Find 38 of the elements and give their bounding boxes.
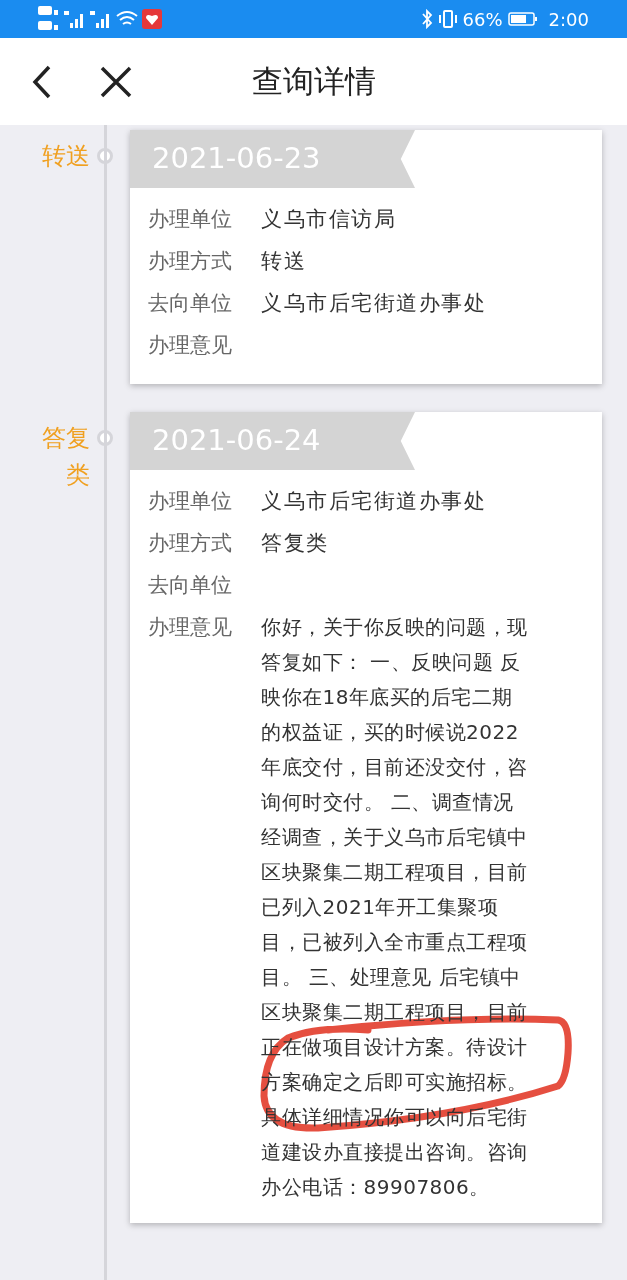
bluetooth-icon	[420, 9, 433, 29]
field-label: 去向单位	[147, 572, 233, 599]
opinion-line: 你好，关于你反映的问题，现	[261, 614, 528, 641]
timeline-label: 答复类	[41, 423, 90, 491]
opinion-line: 目，已被列入全市重点工程项	[261, 929, 528, 956]
opinion-line: 询何时交付。 二、调查情况	[261, 789, 514, 816]
opinion-line: 经调查，关于义乌市后宅镇中	[261, 824, 528, 851]
signal-icon	[90, 9, 112, 29]
page-title: 查询详情	[251, 62, 376, 102]
opinion-line: 道建设办直接提出咨询。咨询	[261, 1139, 528, 1166]
opinion-line: 的权益证，买的时候说2022	[261, 719, 519, 746]
battery-percent: 66%	[462, 7, 503, 32]
app-icon	[142, 9, 162, 29]
vibrate-icon	[437, 9, 458, 29]
clock-time: 2:00	[548, 7, 589, 32]
opinion-line: 年底交付，目前还没交付，咨	[261, 754, 528, 781]
opinion-line: 区块聚集二期工程项目，目前	[261, 859, 528, 886]
battery-icon	[507, 11, 538, 27]
field-value: 义乌市后宅街道办事处	[261, 488, 487, 515]
field-value: 义乌市信访局	[261, 206, 397, 233]
field-label: 去向单位	[147, 290, 233, 317]
field-value: 转送	[261, 248, 307, 275]
opinion-line: 答复如下： 一、反映问题 反	[261, 649, 521, 676]
field-label: 办理意见	[147, 332, 233, 359]
opinion-line: 映你在18年底买的后宅二期	[261, 684, 513, 711]
field-label: 办理单位	[147, 488, 233, 515]
field-value: 义乌市后宅街道办事处	[261, 290, 487, 317]
timeline-label: 转送	[41, 141, 90, 172]
opinion-line: 目。 三、处理意见 后宅镇中	[261, 964, 521, 991]
opinion-line: 已列入2021年开工集聚项	[261, 894, 499, 921]
field-label: 办理意见	[147, 614, 233, 641]
wifi-icon	[116, 10, 138, 28]
field-label: 办理方式	[147, 530, 233, 557]
signal-icon	[64, 9, 86, 29]
opinion-line: 办公电话：89907806。	[261, 1174, 490, 1201]
field-label: 办理方式	[147, 248, 233, 275]
field-label: 办理单位	[147, 206, 233, 233]
field-value: 答复类	[261, 530, 330, 557]
